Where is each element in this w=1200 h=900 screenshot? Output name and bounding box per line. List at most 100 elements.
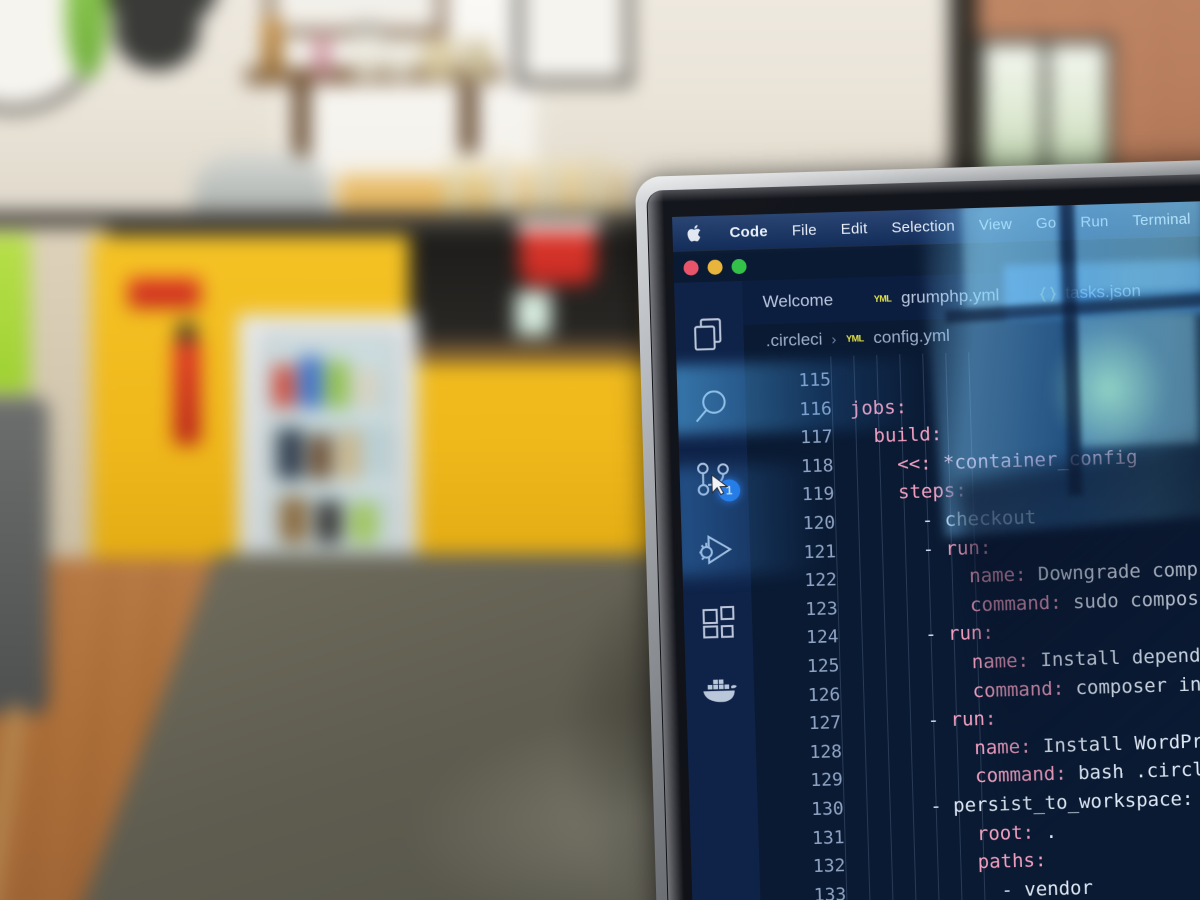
code-token: - bbox=[922, 537, 935, 561]
menu-terminal[interactable]: Terminal bbox=[1120, 210, 1200, 229]
fridge-item bbox=[298, 356, 323, 408]
breadcrumb-folder[interactable]: .circleci bbox=[765, 330, 822, 352]
code-token: composer in bbox=[1063, 673, 1200, 700]
line-number: 118 bbox=[800, 455, 834, 478]
code-token: jobs: bbox=[849, 395, 908, 420]
extensions-icon bbox=[702, 605, 735, 639]
fridge-shelf bbox=[265, 413, 397, 420]
sidebar-item-explorer[interactable] bbox=[690, 315, 729, 354]
code-token: steps: bbox=[897, 479, 968, 504]
line-number: 132 bbox=[812, 855, 846, 878]
tab-grumphp-yml-label: grumphp.yml bbox=[900, 285, 1000, 308]
line-number: 125 bbox=[806, 655, 840, 678]
green-cloth bbox=[0, 233, 30, 393]
sidebar-item-search[interactable] bbox=[692, 387, 731, 426]
espresso-machine bbox=[192, 153, 331, 217]
fridge-item bbox=[326, 360, 348, 408]
sidebar-item-extensions[interactable] bbox=[699, 603, 738, 642]
menu-view[interactable]: View bbox=[967, 215, 1025, 234]
line-number: 123 bbox=[804, 597, 839, 620]
menu-file[interactable]: File bbox=[780, 221, 829, 239]
code-editor[interactable]: 115 116 jobs: 117 build: 118 <<: *container_… bbox=[744, 344, 1200, 900]
code-text: jobs: bbox=[849, 393, 907, 423]
code-text: build: bbox=[850, 420, 942, 451]
tab-tasks-json[interactable]: tasks.json bbox=[1019, 269, 1162, 317]
code-token: root: bbox=[976, 821, 1035, 845]
bottle-row bbox=[443, 151, 655, 217]
tab-tasks-json-label: tasks.json bbox=[1065, 281, 1142, 303]
code-token: - bbox=[929, 795, 943, 818]
breadcrumb-file[interactable]: config.yml bbox=[873, 326, 950, 348]
code-token: Downgrade comp bbox=[1026, 558, 1199, 586]
code-token: - bbox=[921, 509, 934, 532]
line-number: 124 bbox=[805, 626, 839, 649]
bottle bbox=[608, 165, 627, 217]
close-button[interactable] bbox=[683, 260, 699, 276]
minimize-button[interactable] bbox=[707, 259, 723, 275]
code-token: command: bbox=[969, 591, 1062, 617]
fridge-item bbox=[337, 430, 361, 480]
code-token: Install depend bbox=[1028, 644, 1200, 672]
fridge-item bbox=[315, 500, 342, 544]
sidebar-item-run-and-debug[interactable] bbox=[696, 531, 735, 570]
code-text: - run: bbox=[859, 705, 997, 738]
code-token: bash .circl bbox=[1066, 758, 1200, 785]
tab-welcome[interactable]: Welcome bbox=[742, 278, 854, 325]
line-number: 131 bbox=[811, 826, 845, 849]
run-debug-icon bbox=[699, 535, 733, 565]
code-token: . bbox=[1033, 820, 1058, 844]
yaml-icon: YML bbox=[873, 293, 892, 305]
menu-run[interactable]: Run bbox=[1068, 212, 1121, 231]
code-text: - checkout bbox=[853, 503, 1037, 537]
menu-code[interactable]: Code bbox=[717, 222, 780, 241]
vscode-window: Code File Edit Selection View Go Run Ter… bbox=[672, 200, 1200, 900]
tab-grumphp-yml[interactable]: YML grumphp.yml bbox=[852, 273, 1019, 322]
code-token: sudo compos bbox=[1061, 587, 1200, 614]
code-text: - run: bbox=[856, 619, 994, 652]
shelf-jar-3 bbox=[385, 36, 416, 80]
menu-edit[interactable]: Edit bbox=[829, 219, 880, 238]
shelf-jar-5 bbox=[462, 40, 492, 80]
yaml-icon: YML bbox=[846, 333, 864, 344]
laptop: Code File Edit Selection View Go Run Ter… bbox=[634, 159, 1200, 900]
line-number: 129 bbox=[810, 769, 844, 792]
line-number: 133 bbox=[813, 883, 847, 900]
shelf-bracket-right bbox=[460, 83, 478, 154]
fridge-item bbox=[349, 503, 378, 544]
bottle bbox=[585, 155, 604, 217]
code-token: <<: bbox=[896, 452, 932, 476]
menu-go[interactable]: Go bbox=[1024, 214, 1069, 232]
code-token: vendor bbox=[1012, 876, 1094, 900]
fire-extinguisher bbox=[173, 322, 201, 445]
sidebar-item-docker[interactable] bbox=[701, 675, 740, 714]
line-number: 126 bbox=[807, 683, 841, 706]
bottle bbox=[561, 161, 580, 217]
code-lines: 115 116 jobs: 117 build: 118 <<: *container_… bbox=[745, 354, 1200, 900]
files-icon bbox=[694, 318, 722, 351]
menu-selection[interactable]: Selection bbox=[879, 217, 967, 237]
code-token: command: bbox=[972, 677, 1065, 702]
code-token: name: bbox=[968, 563, 1027, 588]
zoom-button[interactable] bbox=[731, 258, 747, 275]
code-text: - run: bbox=[854, 533, 992, 566]
bottle bbox=[515, 163, 534, 217]
fridge-item bbox=[354, 367, 378, 408]
fire-extinguisher-sign bbox=[128, 278, 201, 308]
apple-logo-icon[interactable] bbox=[686, 223, 704, 243]
line-number: 127 bbox=[808, 712, 842, 735]
code-token: run: bbox=[945, 536, 992, 560]
laptop-screen: Code File Edit Selection View Go Run Ter… bbox=[672, 200, 1200, 900]
window-controls[interactable] bbox=[683, 258, 747, 276]
